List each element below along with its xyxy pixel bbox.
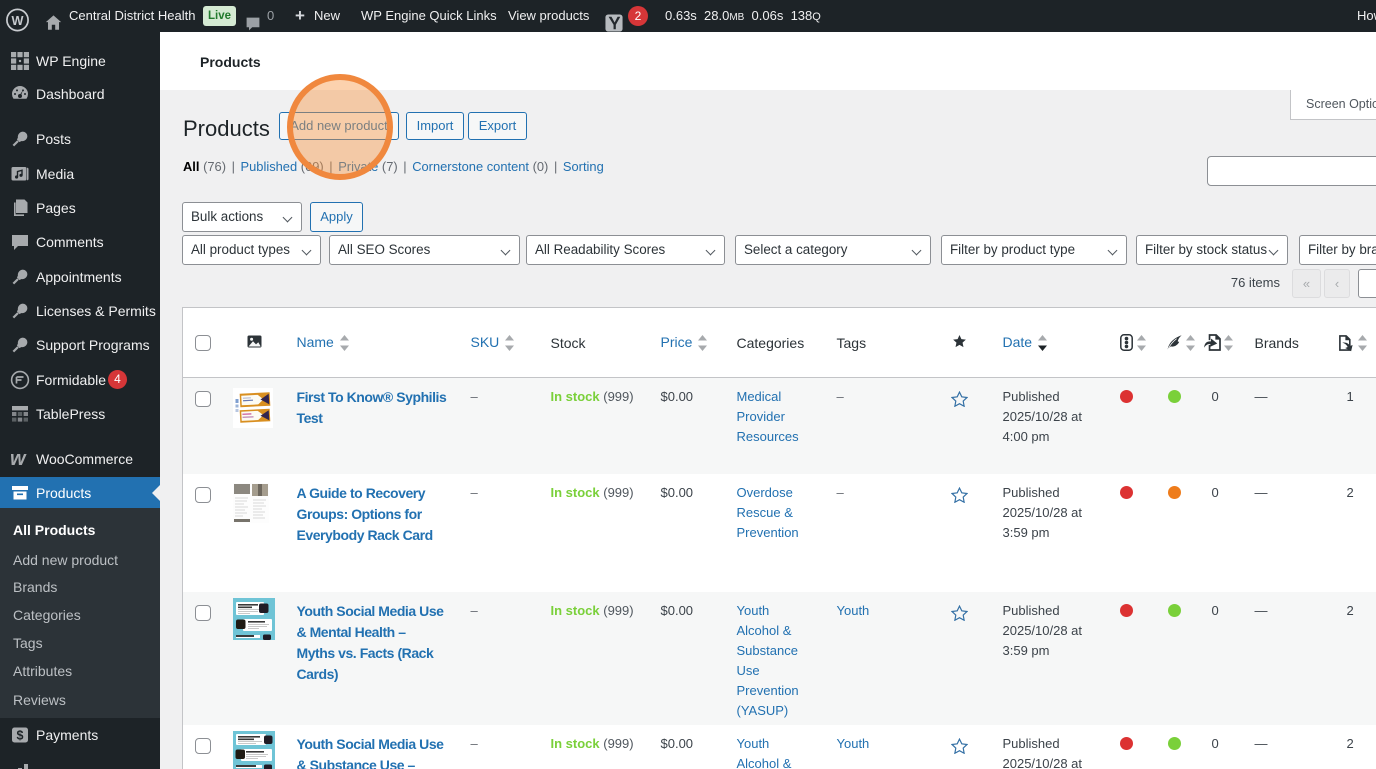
svg-text:W: W: [12, 14, 24, 28]
svg-text:$: $: [17, 729, 24, 743]
